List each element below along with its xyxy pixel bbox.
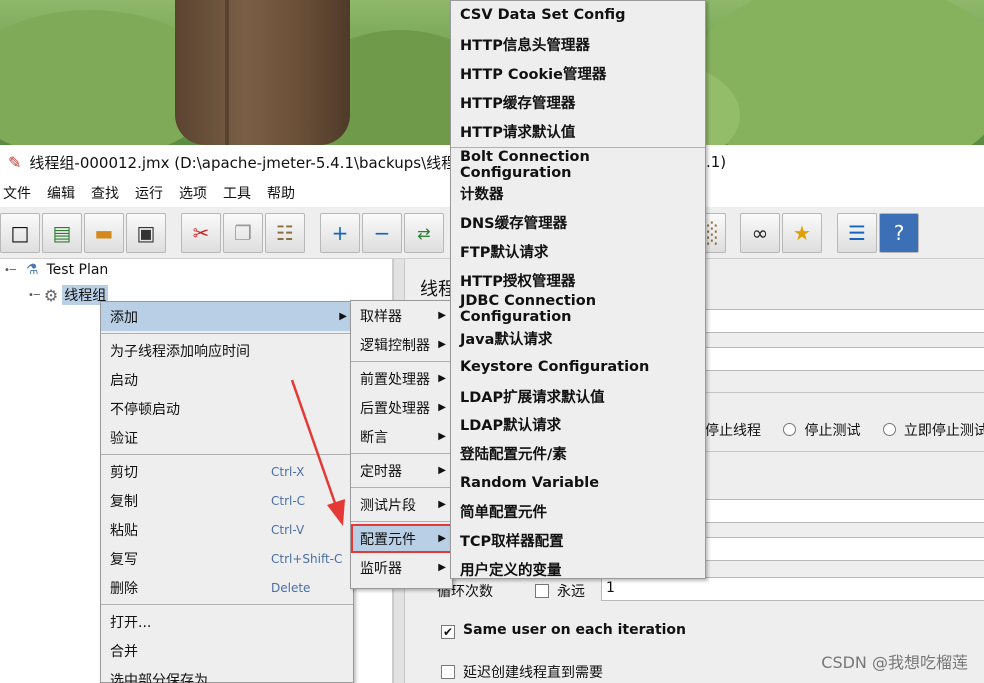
annotation-arrow-shaft bbox=[290, 379, 338, 507]
annotation-arrow bbox=[290, 379, 345, 526]
annotation-arrow-head bbox=[327, 499, 345, 526]
csdn-watermark: CSDN @我想吃榴莲 bbox=[821, 653, 968, 672]
